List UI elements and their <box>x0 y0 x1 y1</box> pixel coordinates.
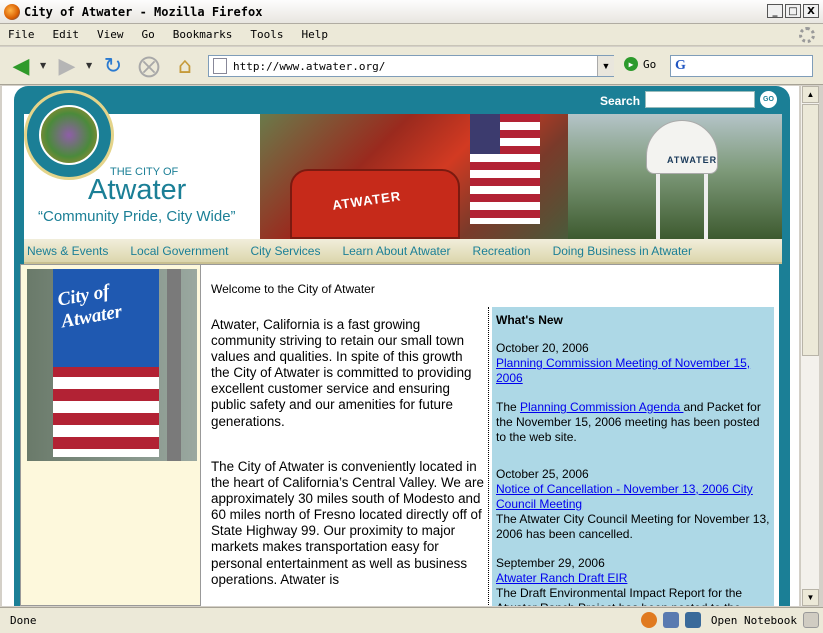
whats-new-heading: What's New <box>496 313 563 327</box>
menu-go[interactable]: Go <box>142 28 155 41</box>
seal-grapes-icon <box>39 105 99 165</box>
mail-icon[interactable] <box>803 612 819 628</box>
main-content: Welcome to the City of Atwater Atwater, … <box>201 264 779 606</box>
go-label: Go <box>643 57 657 71</box>
go-arrow-icon: ▶ <box>624 57 638 71</box>
throbber-icon <box>799 27 815 43</box>
open-notebook-button[interactable]: Open Notebook <box>711 614 797 627</box>
menu-tools[interactable]: Tools <box>250 28 283 41</box>
menu-help[interactable]: Help <box>301 28 328 41</box>
window-titlebar: City of Atwater - Mozilla Firefox _ □ X <box>0 0 823 24</box>
water-tower: ATWATER <box>646 120 718 174</box>
stop-icon[interactable]: ⨂ <box>134 51 164 81</box>
left-sidebar: City of Atwater <box>20 264 201 606</box>
water-tower-label: ATWATER <box>667 155 718 165</box>
city-name: Atwater <box>88 174 187 206</box>
google-icon: G <box>675 58 686 73</box>
site-search-label: Search <box>600 94 641 108</box>
site-search-input[interactable] <box>645 91 755 108</box>
minimize-button[interactable]: _ <box>767 4 783 18</box>
menu-file[interactable]: File <box>8 28 35 41</box>
home-icon[interactable]: ⌂ <box>170 51 200 81</box>
news-link[interactable]: Notice of Cancellation - November 13, 20… <box>496 482 753 511</box>
american-flag <box>470 114 540 224</box>
site-nav-menu: News & Events Local Government City Serv… <box>24 239 782 264</box>
scroll-up-arrow-icon[interactable]: ▲ <box>802 86 819 103</box>
window-title: City of Atwater - Mozilla Firefox <box>24 4 263 19</box>
back-dropdown-icon[interactable]: ▼ <box>40 61 46 70</box>
news-body: The Draft Environmental Impact Report fo… <box>496 586 743 606</box>
news-date: October 20, 2006 <box>496 341 589 355</box>
vertical-scrollbar[interactable]: ▲ ▼ <box>800 86 819 606</box>
menu-edit[interactable]: Edit <box>53 28 80 41</box>
news-date: October 25, 2006 <box>496 467 589 481</box>
status-bar: Done Open Notebook <box>0 607 823 633</box>
go-button[interactable]: ▶ Go <box>624 57 656 71</box>
nav-local-government[interactable]: Local Government <box>130 244 228 258</box>
news-body-pre: The <box>496 400 521 414</box>
close-button[interactable]: X <box>803 4 819 18</box>
url-input[interactable] <box>233 59 593 73</box>
nav-learn-about-atwater[interactable]: Learn About Atwater <box>342 244 450 258</box>
back-arrow-icon[interactable]: ◀ <box>6 51 36 81</box>
fire-truck-photo: ATWATER <box>260 114 568 239</box>
news-body: The Planning Commission Agenda and Packe… <box>496 400 770 445</box>
firefox-icon <box>4 3 20 20</box>
whats-new-panel: What's New October 20, 2006 Planning Com… <box>492 307 774 606</box>
intro-paragraph: Atwater, California is a fast growing co… <box>211 317 472 429</box>
page-icon <box>213 58 227 74</box>
news-inline-link[interactable]: Planning Commission Agenda <box>520 400 683 414</box>
news-item: September 29, 2006 Atwater Ranch Draft E… <box>496 556 770 606</box>
url-bar[interactable] <box>208 55 614 77</box>
url-dropdown-icon[interactable]: ▼ <box>597 56 614 76</box>
news-body: The Atwater City Council Meeting for Nov… <box>496 512 770 541</box>
news-date: September 29, 2006 <box>496 556 605 570</box>
forward-dropdown-icon[interactable]: ▼ <box>86 61 92 70</box>
site-header: THE CITY OF Atwater “Community Pride, Ci… <box>24 90 782 239</box>
nav-recreation[interactable]: Recreation <box>473 244 531 258</box>
banner-blue-field: City of Atwater <box>53 269 159 367</box>
menu-bookmarks[interactable]: Bookmarks <box>173 28 233 41</box>
reload-icon[interactable]: ↻ <box>98 51 128 81</box>
notebook-icon[interactable] <box>684 612 701 628</box>
nav-city-services[interactable]: City Services <box>250 244 320 258</box>
water-tower-photo: ATWATER <box>568 114 782 239</box>
news-link[interactable]: Planning Commission Meeting of November … <box>496 356 750 385</box>
banner-logo-text: City of Atwater <box>55 280 124 333</box>
people-icon[interactable] <box>662 612 679 628</box>
firefox-status-icon[interactable] <box>640 612 657 628</box>
scrollbar-thumb[interactable] <box>802 104 819 356</box>
nav-news-events[interactable]: News & Events <box>27 244 108 258</box>
column-divider <box>488 307 489 606</box>
banner-pole <box>167 269 181 461</box>
google-search-box[interactable]: G <box>670 55 813 77</box>
location-paragraph: The City of Atwater is conveniently loca… <box>211 459 484 587</box>
menu-bar: File Edit View Go Bookmarks Tools Help <box>0 24 823 46</box>
page-viewport: Search GO THE CITY OF Atwater “Community… <box>2 86 799 606</box>
status-icons: Open Notebook <box>640 612 819 628</box>
menu-view[interactable]: View <box>97 28 124 41</box>
window-controls: _ □ X <box>767 4 819 18</box>
banner-flag: City of Atwater <box>53 269 159 457</box>
scroll-down-arrow-icon[interactable]: ▼ <box>802 589 819 606</box>
nav-doing-business[interactable]: Doing Business in Atwater <box>553 244 692 258</box>
status-text: Done <box>10 614 37 627</box>
city-banner-photo: City of Atwater <box>27 269 197 461</box>
water-tower-legs <box>656 174 708 239</box>
forward-arrow-icon[interactable]: ▶ <box>52 51 82 81</box>
welcome-heading: Welcome to the City of Atwater <box>211 282 375 296</box>
site-search-go-button[interactable]: GO <box>759 90 778 109</box>
city-tagline: “Community Pride, City Wide” <box>38 208 236 225</box>
fire-truck-label: ATWATER <box>331 188 403 213</box>
news-link[interactable]: Atwater Ranch Draft EIR <box>496 571 627 585</box>
fire-truck: ATWATER <box>290 169 460 239</box>
news-item: October 25, 2006 Notice of Cancellation … <box>496 467 770 542</box>
city-seal-logo[interactable] <box>24 90 114 180</box>
news-item: October 20, 2006 Planning Commission Mee… <box>496 341 770 445</box>
maximize-button[interactable]: □ <box>785 4 801 18</box>
